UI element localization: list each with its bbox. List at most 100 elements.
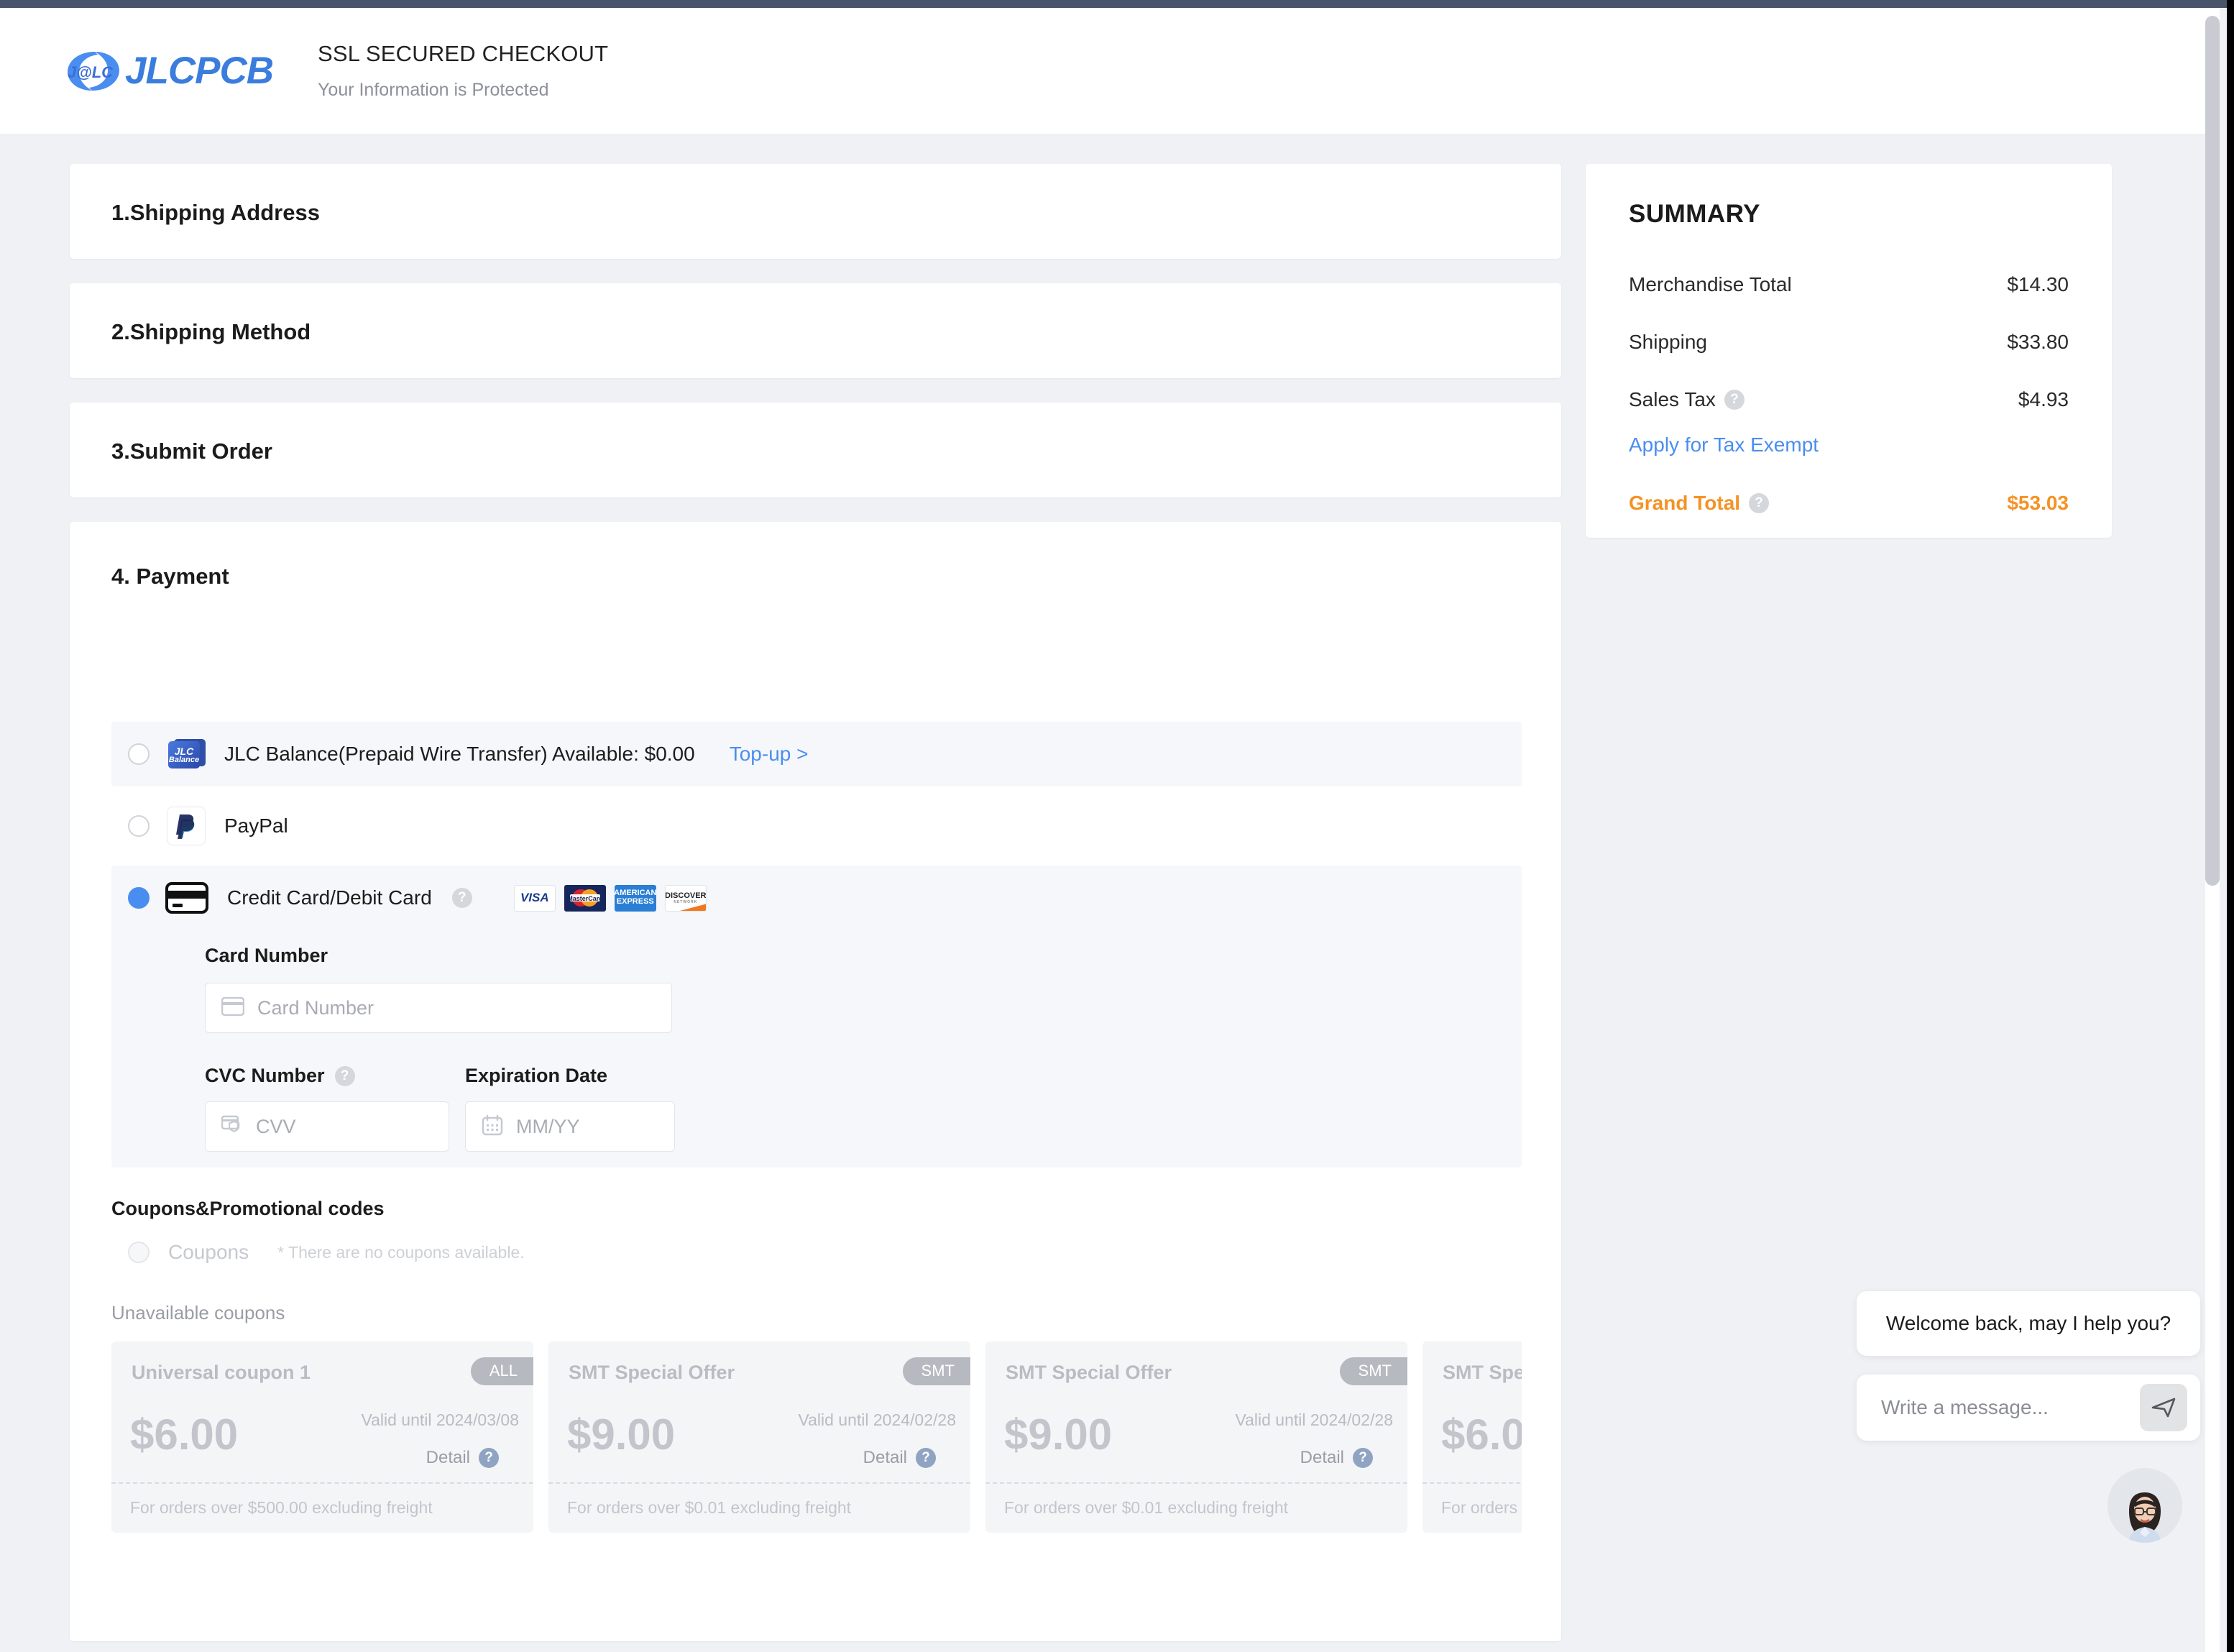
card-number-label: Card Number bbox=[205, 945, 328, 966]
cvc-input[interactable]: CVV bbox=[205, 1101, 449, 1152]
page-scrollbar-thumb[interactable] bbox=[2205, 16, 2220, 886]
coupon-card: Universal coupon 1 ALL $6.00 Valid until… bbox=[111, 1341, 533, 1533]
coupon-detail[interactable]: Detail ? bbox=[1300, 1448, 1373, 1468]
grand-total-label-group: Grand Total ? bbox=[1629, 492, 1770, 515]
chat-send-icon[interactable] bbox=[2140, 1384, 2187, 1431]
summary-row-merchandise-total: Merchandise Total $14.30 bbox=[1629, 273, 2069, 296]
coupon-detail[interactable]: Detail ? bbox=[426, 1448, 499, 1468]
grand-total-help-icon[interactable]: ? bbox=[1749, 493, 1770, 513]
visa-logo-icon: VISA bbox=[513, 884, 556, 912]
credit-card-help-icon[interactable]: ? bbox=[451, 888, 472, 908]
coupon-amount: $9.00 bbox=[1004, 1410, 1113, 1459]
coupon-condition: For orders over $0.01 excluding freight bbox=[567, 1498, 852, 1517]
cvc-label-text: CVC Number bbox=[205, 1065, 325, 1086]
chat-input-placeholder: Write a message... bbox=[1881, 1396, 2049, 1418]
card-input-icon bbox=[221, 996, 245, 1019]
svg-text:MasterCard: MasterCard bbox=[567, 895, 603, 902]
payment-option-credit-card-label: Credit Card/Debit Card bbox=[227, 886, 432, 909]
radio-credit-card[interactable] bbox=[128, 887, 150, 909]
summary-value: $33.80 bbox=[2007, 331, 2069, 353]
coupon-card: SMT Special Offer SMT $6.00 Valid until … bbox=[1422, 1341, 1522, 1533]
summary-row-sales-tax: Sales Tax ? $4.93 bbox=[1629, 388, 2069, 411]
jlcpcb-logo-text: JLCPCB bbox=[125, 50, 274, 92]
coupon-valid-until: Valid until 2024/03/08 bbox=[361, 1410, 519, 1429]
coupon-card: SMT Special Offer SMT $9.00 Valid until … bbox=[985, 1341, 1407, 1533]
coupon-name: SMT Special Offer bbox=[1006, 1362, 1172, 1383]
payment-option-credit-card[interactable]: Credit Card/Debit Card ? VISA MasterCard bbox=[111, 866, 1522, 1167]
chat-message-input[interactable]: Write a message... bbox=[1857, 1375, 2200, 1441]
unavailable-coupons-list[interactable]: Universal coupon 1 ALL $6.00 Valid until… bbox=[111, 1341, 1522, 1536]
coupon-tag: SMT bbox=[1339, 1357, 1407, 1385]
radio-jlc-balance[interactable] bbox=[128, 743, 150, 765]
step-payment-title: 4. Payment bbox=[111, 564, 229, 589]
coupon-tag: ALL bbox=[470, 1357, 533, 1385]
payment-option-paypal[interactable]: PayPal bbox=[111, 794, 1522, 858]
summary-value: $4.93 bbox=[2018, 388, 2069, 410]
coupon-detail-help-icon[interactable]: ? bbox=[916, 1448, 936, 1468]
coupon-divider bbox=[985, 1482, 1407, 1484]
amex-logo-icon: AMERICAN EXPRESS bbox=[614, 884, 656, 912]
checkout-subtitle: Your Information is Protected bbox=[318, 80, 549, 100]
chat-greeting-bubble: Welcome back, may I help you? bbox=[1857, 1291, 2200, 1356]
coupon-divider bbox=[111, 1482, 533, 1484]
jlc-balance-icon: JLC Balance bbox=[168, 739, 206, 769]
step-submit-order[interactable]: 3.Submit Order bbox=[70, 403, 1561, 497]
topup-link[interactable]: Top-up > bbox=[730, 743, 809, 766]
coupon-detail-label: Detail bbox=[863, 1448, 907, 1467]
order-summary-panel: SUMMARY Merchandise Total $14.30 Shippin… bbox=[1586, 164, 2112, 538]
step-shipping-address-title: 1.Shipping Address bbox=[111, 200, 320, 225]
coupon-amount: $6.00 bbox=[1441, 1410, 1522, 1459]
coupon-detail[interactable]: Detail ? bbox=[863, 1448, 936, 1468]
step-submit-order-title: 3.Submit Order bbox=[111, 439, 272, 464]
chat-agent-avatar[interactable] bbox=[2107, 1468, 2182, 1543]
coupons-section-title: Coupons&Promotional codes bbox=[111, 1198, 385, 1219]
header-titles: SSL SECURED CHECKOUT Your Information is… bbox=[318, 41, 608, 101]
coupon-detail-help-icon[interactable]: ? bbox=[479, 1448, 499, 1468]
card-number-input[interactable]: Card Number bbox=[205, 983, 672, 1033]
step-shipping-method[interactable]: 2.Shipping Method bbox=[70, 283, 1561, 378]
coupon-name: Universal coupon 1 bbox=[132, 1362, 311, 1383]
discover-logo-icon: DISCOVER NETWORK bbox=[664, 884, 707, 912]
coupon-amount: $6.00 bbox=[130, 1410, 239, 1459]
expiration-input[interactable]: MM/YY bbox=[465, 1101, 675, 1152]
card-number-placeholder: Card Number bbox=[257, 996, 374, 1019]
calendar-icon bbox=[482, 1114, 503, 1139]
cvc-placeholder: CVV bbox=[256, 1115, 296, 1137]
coupon-valid-until: Valid until 2024/02/28 bbox=[798, 1410, 956, 1429]
coupon-card: SMT Special Offer SMT $9.00 Valid until … bbox=[548, 1341, 970, 1533]
mastercard-logo-icon: MasterCard bbox=[564, 884, 606, 912]
summary-label: Sales Tax bbox=[1629, 388, 1716, 410]
grand-total-value: $53.03 bbox=[2007, 492, 2069, 514]
payment-option-paypal-label: PayPal bbox=[224, 814, 288, 837]
coupon-detail-help-icon[interactable]: ? bbox=[1353, 1448, 1373, 1468]
expiration-group: Expiration Date MM/YY bbox=[465, 1065, 675, 1152]
coupon-name: SMT Special Offer bbox=[569, 1362, 735, 1383]
step-shipping-address[interactable]: 1.Shipping Address bbox=[70, 164, 1561, 259]
coupon-condition: For orders over $0.01 excluding freight bbox=[1004, 1498, 1289, 1517]
summary-row-grand-total: Grand Total ? $53.03 bbox=[1629, 492, 2069, 515]
unavailable-coupons-title: Unavailable coupons bbox=[111, 1302, 285, 1323]
credit-card-icon bbox=[165, 882, 208, 914]
summary-label: Shipping bbox=[1629, 331, 1707, 353]
coupon-name: SMT Special Offer bbox=[1443, 1362, 1522, 1383]
sales-tax-help-icon[interactable]: ? bbox=[1724, 390, 1745, 410]
payment-option-jlc-balance-label: JLC Balance(Prepaid Wire Transfer) Avail… bbox=[224, 743, 695, 765]
coupon-valid-until: Valid until 2024/02/28 bbox=[1235, 1410, 1393, 1429]
coupon-detail-label: Detail bbox=[1300, 1448, 1344, 1467]
coupon-divider bbox=[1422, 1482, 1522, 1484]
grand-total-label: Grand Total bbox=[1629, 492, 1741, 514]
step-shipping-method-title: 2.Shipping Method bbox=[111, 319, 311, 344]
jlcpcb-logo-mark-icon: J@LC bbox=[63, 46, 124, 96]
apply-tax-exempt-link[interactable]: Apply for Tax Exempt bbox=[1629, 433, 1819, 456]
jlcpcb-logo[interactable]: J@LC JLCPCB bbox=[63, 46, 274, 96]
accepted-card-brands: VISA MasterCard AMERICAN EXPRESS DISCOVE… bbox=[513, 884, 707, 912]
summary-label-group: Sales Tax ? bbox=[1629, 388, 1745, 411]
cvc-help-icon[interactable]: ? bbox=[334, 1065, 355, 1086]
coupons-label: Coupons bbox=[168, 1241, 249, 1263]
paypal-icon bbox=[167, 807, 206, 845]
cvc-input-icon bbox=[221, 1115, 243, 1139]
radio-paypal[interactable] bbox=[128, 815, 150, 837]
coupon-amount: $9.00 bbox=[567, 1410, 676, 1459]
coupon-divider bbox=[548, 1482, 970, 1484]
payment-option-jlc-balance[interactable]: JLC Balance JLC Balance(Prepaid Wire Tran… bbox=[111, 722, 1522, 786]
